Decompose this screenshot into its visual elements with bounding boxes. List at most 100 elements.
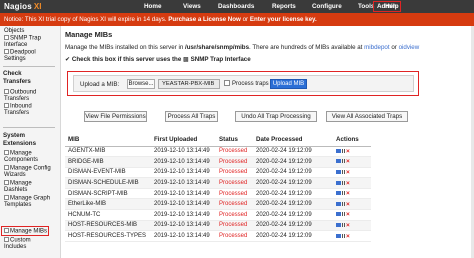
logo-wordmark: Nagios: [4, 2, 32, 11]
browse-button[interactable]: Browse...: [127, 79, 155, 89]
sidebar-item-snmp-trap[interactable]: SNMP Trap: [4, 35, 41, 42]
upload-mib-button[interactable]: Upload MIB: [270, 79, 307, 89]
sidebar-item-inbound-transfers[interactable]: Transfers: [4, 110, 29, 117]
date-processed-cell: 2020-02-24 19:12:09: [253, 209, 333, 221]
nav-admin[interactable]: Admin: [373, 1, 401, 12]
purchase-license-link[interactable]: Purchase a License Now: [168, 16, 241, 23]
sidebar-item-custom[interactable]: Custom: [4, 237, 31, 244]
process-all-traps-button[interactable]: Process All Traps: [165, 111, 218, 122]
page-icon: [4, 49, 9, 54]
column-header-status[interactable]: Status: [216, 134, 253, 147]
sidebar-item-deadpool[interactable]: Deadpool: [4, 49, 36, 56]
view-traps-icon[interactable]: [336, 212, 341, 217]
sidebar-item-dashlets[interactable]: Dashlets: [4, 187, 27, 194]
page-icon: [4, 150, 9, 155]
status-cell: Processed: [216, 146, 253, 158]
delete-icon[interactable]: ×: [346, 233, 350, 240]
nav-dashboards[interactable]: Dashboards: [218, 1, 254, 12]
status-cell: Processed: [216, 156, 253, 168]
edit-icon[interactable]: [342, 169, 345, 174]
delete-icon[interactable]: ×: [346, 190, 350, 197]
delete-icon[interactable]: ×: [346, 201, 350, 208]
column-header-mib[interactable]: MIB: [65, 134, 151, 147]
sidebar-item-manage-dashlets[interactable]: Manage: [4, 180, 32, 187]
undo-all-trap-processing-button[interactable]: Undo All Trap Processing: [235, 111, 317, 122]
mibdepot-link[interactable]: mibdepot: [364, 44, 389, 51]
sidebar-item-label: Inbound: [10, 103, 32, 110]
sidebar-heading-system: System: [3, 132, 26, 139]
view-traps-icon[interactable]: [336, 222, 341, 227]
edit-icon[interactable]: [342, 212, 345, 217]
view-traps-icon[interactable]: [336, 159, 341, 164]
nagios-logo[interactable]: Nagios XI: [4, 1, 41, 12]
view-traps-icon[interactable]: [336, 201, 341, 206]
mib-name-cell: DISMAN-EVENT-MIB: [65, 167, 151, 179]
view-traps-icon[interactable]: [336, 148, 341, 153]
sidebar-heading-extensions: Extensions: [3, 140, 37, 147]
oidview-link[interactable]: oidview: [399, 44, 420, 51]
sidebar-item-components[interactable]: Components: [4, 157, 38, 164]
edit-icon[interactable]: [342, 180, 345, 185]
delete-icon[interactable]: ×: [346, 148, 350, 155]
column-header-date-processed[interactable]: Date Processed: [253, 134, 333, 147]
sidebar-item-templates[interactable]: Templates: [4, 202, 31, 209]
edit-icon[interactable]: [342, 201, 345, 206]
view-traps-icon[interactable]: [336, 169, 341, 174]
edit-icon[interactable]: [342, 222, 345, 227]
delete-icon[interactable]: ×: [346, 222, 350, 229]
sidebar-item-settings[interactable]: Settings: [4, 56, 26, 63]
process-traps-checkbox[interactable]: [224, 80, 230, 86]
nav-home[interactable]: Home: [144, 1, 162, 12]
date-processed-cell: 2020-02-24 19:12:09: [253, 188, 333, 200]
row-actions: ×: [333, 220, 371, 232]
sidebar-item-objects[interactable]: Objects: [4, 28, 24, 35]
enter-license-link[interactable]: Enter your license key.: [250, 16, 317, 23]
snmp-trap-interface-link[interactable]: SNMP Trap Interface: [191, 56, 251, 63]
edit-icon[interactable]: [342, 191, 345, 196]
delete-icon[interactable]: ×: [346, 211, 350, 218]
page-icon: [4, 89, 9, 94]
sidebar-item-label: Deadpool: [10, 49, 36, 56]
nav-reports[interactable]: Reports: [272, 1, 296, 12]
edit-icon[interactable]: [342, 233, 345, 238]
sidebar-item-outbound[interactable]: Outbound: [4, 89, 36, 96]
sidebar-item-interface[interactable]: Interface: [4, 42, 27, 49]
sidebar-item-label: Outbound: [10, 89, 37, 96]
sidebar-item-manage-components[interactable]: Manage: [4, 150, 32, 157]
view-all-associated-traps-button[interactable]: View All Associated Traps: [326, 111, 408, 122]
edit-icon[interactable]: [342, 159, 345, 164]
sidebar-item-wizards[interactable]: Wizards: [4, 172, 26, 179]
sidebar-item-manage-config[interactable]: Manage Config: [4, 165, 51, 172]
page-icon: [4, 180, 9, 185]
sidebar-heading-transfers: Transfers: [3, 78, 31, 85]
nav-configure[interactable]: Configure: [312, 1, 342, 12]
nav-tools[interactable]: Tools: [358, 1, 374, 12]
edit-icon[interactable]: [342, 148, 345, 153]
sidebar-item-manage-graph[interactable]: Manage Graph: [4, 195, 50, 202]
delete-icon[interactable]: ×: [346, 169, 350, 176]
status-cell: Processed: [216, 230, 253, 242]
row-actions: ×: [333, 198, 371, 211]
mib-table: MIB First Uploaded Status Date Processed…: [65, 134, 371, 242]
view-traps-icon[interactable]: [336, 191, 341, 196]
row-actions: ×: [333, 230, 371, 242]
sidebar-item-inbound[interactable]: Inbound: [4, 103, 32, 110]
view-file-permissions-button[interactable]: View File Permissions: [84, 111, 147, 122]
selected-file-field[interactable]: YEASTAR-PBX-MIB: [158, 79, 220, 89]
sidebar-item-outbound-transfers[interactable]: Transfers: [4, 96, 29, 103]
view-traps-icon[interactable]: [336, 180, 341, 185]
table-row: HOST-RESOURCES-TYPES 2019-12-10 13:14:49 P…: [65, 230, 371, 242]
admin-sidebar: Objects SNMP Trap Interface Deadpool Set…: [0, 26, 61, 258]
column-header-first-uploaded[interactable]: First Uploaded: [151, 134, 216, 147]
sidebar-item-label: Manage Config: [10, 165, 51, 172]
sidebar-item-includes[interactable]: Includes: [4, 244, 26, 251]
nav-views[interactable]: Views: [183, 1, 201, 12]
sidebar-item-manage-mibs[interactable]: Manage MIBs: [4, 228, 47, 235]
view-traps-icon[interactable]: [336, 233, 341, 238]
delete-icon[interactable]: ×: [346, 158, 350, 165]
delete-icon[interactable]: ×: [346, 180, 350, 187]
mib-name-cell: HOST-RESOURCES-MIB: [65, 220, 151, 232]
row-actions: ×: [333, 188, 371, 200]
row-actions: ×: [333, 209, 371, 221]
row-actions: ×: [333, 146, 371, 158]
